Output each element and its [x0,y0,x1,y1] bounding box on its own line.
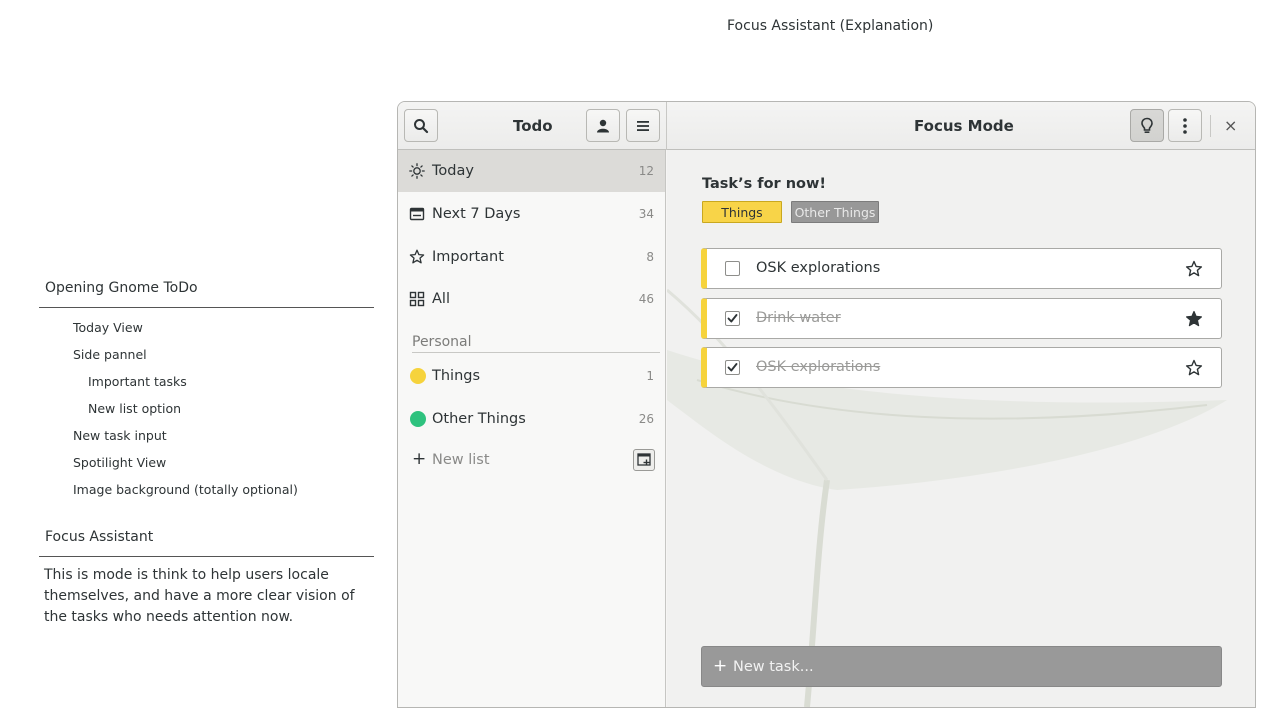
sidebar-item-next-7-days[interactable]: Next 7 Days 34 [398,193,665,235]
sidebar-item-all[interactable]: All 46 [398,278,665,320]
notes-section-title: Focus Assistant [39,529,374,557]
new-list-row[interactable]: + New list [398,441,665,481]
notes-item: New task input [73,428,167,443]
task-label: OSK explorations [756,260,881,276]
sidebar-item-count: 26 [638,412,654,426]
sidebar-title: Todo [513,117,553,135]
notes-subitem: Important tasks [88,374,187,389]
search-button[interactable] [404,109,438,142]
task-row[interactable]: OSK explorations [701,248,1222,289]
notes-item: Image background (totally optional) [73,482,298,497]
task-checkbox[interactable] [725,311,740,326]
user-button[interactable] [586,109,620,142]
header-divider [666,102,667,150]
task-row[interactable]: OSK explorations [701,347,1222,388]
sidebar-item-count: 8 [646,250,654,264]
new-task-input[interactable]: + New task... [701,646,1222,687]
tag-other-things[interactable]: Other Things [791,201,879,223]
sidebar-item-count: 46 [638,292,654,306]
sidebar-item-today[interactable]: Today 12 [398,150,665,192]
sidebar-item-label: Things [432,368,481,384]
background-leaf-image [667,288,1227,707]
plus-icon: + [412,449,427,469]
checkmark-icon [727,314,738,323]
header-separator [1210,115,1211,137]
notes-item: Spotilight View [73,455,167,470]
focus-mode-toggle[interactable] [1130,109,1164,142]
star-filled-icon[interactable] [1185,310,1203,328]
sidebar-item-label: Today [432,163,474,179]
star-outline-icon[interactable] [1185,359,1203,377]
focus-heading: Task’s for now! [702,176,827,192]
todo-window: Todo Focus Mode × Today 12 Next 7 Days 3… [397,101,1256,708]
sidebar-item-count: 1 [646,369,654,383]
sidebar-item-count: 34 [638,207,654,221]
new-list-label: New list [432,452,490,468]
sidebar-list-things[interactable]: Things 1 [398,355,665,397]
notes-item: Side pannel [73,347,147,362]
main-menu-button[interactable] [626,109,660,142]
plus-icon: + [713,656,728,676]
sidebar-item-label: All [432,291,450,307]
explanation-notes: Opening Gnome ToDo Today View Side panne… [39,280,374,628]
checkmark-icon [727,363,738,372]
sidebar-list-other-things[interactable]: Other Things 26 [398,398,665,440]
tag-things[interactable]: Things [702,201,782,223]
sidebar-item-count: 12 [638,164,654,178]
notes-item: Today View [73,320,143,335]
task-checkbox[interactable] [725,360,740,375]
notes-description: This is mode is think to help users loca… [44,567,355,625]
notes-section-title: Opening Gnome ToDo [39,280,374,308]
user-icon [597,119,609,132]
notes-list: Today View Side pannel Important tasks N… [39,308,374,509]
header-bar: Todo Focus Mode × [398,102,1255,150]
new-list-button[interactable] [633,449,655,471]
task-label: Drink water [756,310,841,326]
task-row[interactable]: Drink water [701,298,1222,339]
sidebar-item-label: Important [432,249,504,265]
sidebar: Today 12 Next 7 Days 34 Important 8 All … [398,150,666,707]
search-icon [414,118,429,133]
notes-subitem: New list option [88,401,182,416]
hamburger-menu-icon [637,120,649,131]
list-color-dot [410,368,426,384]
page-heading: Focus Assistant (Explanation) [727,18,934,34]
sidebar-item-important[interactable]: Important 8 [398,236,665,278]
sidebar-section-personal: Personal [412,334,660,353]
focus-content: Task’s for now! Things Other Things OSK … [667,150,1255,707]
calendar-icon [409,206,425,222]
sidebar-item-label: Other Things [432,411,526,427]
task-checkbox[interactable] [725,261,740,276]
add-list-icon [637,453,651,466]
task-label: OSK explorations [756,359,881,375]
new-task-placeholder: New task... [733,659,814,675]
lightbulb-icon [1141,117,1153,133]
sun-icon [409,163,425,179]
grid-icon [409,291,425,307]
sidebar-item-label: Next 7 Days [432,206,521,222]
vertical-dots-icon [1183,117,1187,134]
star-outline-icon [409,249,425,265]
list-color-dot [410,411,426,427]
content-title: Focus Mode [914,117,1014,135]
close-icon[interactable]: × [1224,116,1237,135]
more-options-button[interactable] [1168,109,1202,142]
star-outline-icon[interactable] [1185,260,1203,278]
